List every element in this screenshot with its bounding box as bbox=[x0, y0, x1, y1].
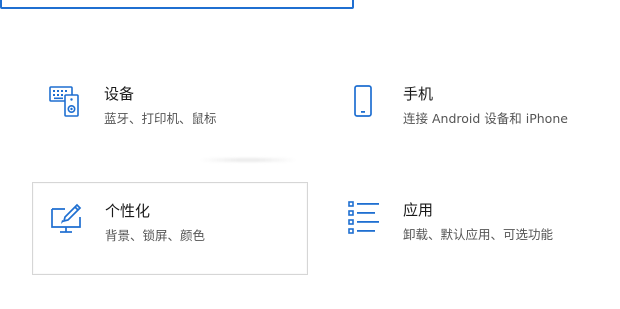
settings-home: 设备 蓝牙、打印机、鼠标 手机 连接 Android 设备和 iPhone 个性… bbox=[0, 0, 620, 309]
tile-personalization[interactable]: 个性化 背景、锁屏、颜色 bbox=[32, 182, 308, 275]
tile-description: 蓝牙、打印机、鼠标 bbox=[104, 111, 217, 126]
tile-devices[interactable]: 设备 蓝牙、打印机、鼠标 bbox=[32, 66, 308, 159]
tile-phone[interactable]: 手机 连接 Android 设备和 iPhone bbox=[331, 66, 607, 159]
app-list-icon bbox=[347, 200, 381, 234]
tile-description: 背景、锁屏、颜色 bbox=[105, 228, 206, 243]
tile-apps[interactable]: 应用 卸载、默认应用、可选功能 bbox=[331, 182, 607, 275]
tile-description: 连接 Android 设备和 iPhone bbox=[403, 111, 568, 126]
phone-icon bbox=[347, 84, 381, 118]
keyboard-speaker-icon bbox=[48, 84, 82, 118]
search-input[interactable] bbox=[0, 0, 354, 9]
tile-title: 个性化 bbox=[105, 202, 151, 220]
tile-title: 设备 bbox=[104, 85, 135, 103]
paintbrush-monitor-icon bbox=[49, 201, 83, 235]
tile-title: 手机 bbox=[403, 85, 434, 103]
tile-description: 卸载、默认应用、可选功能 bbox=[403, 227, 554, 242]
tile-title: 应用 bbox=[403, 201, 434, 219]
